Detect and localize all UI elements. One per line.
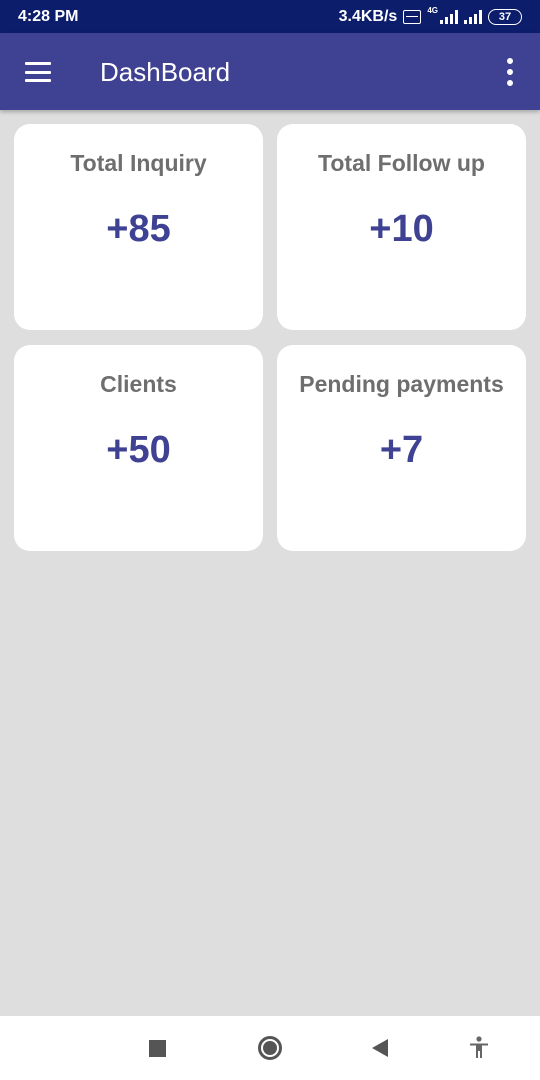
card-total-inquiry[interactable]: Total Inquiry +85 [14,124,263,330]
app-bar: DashBoard [0,33,540,110]
back-triangle-icon[interactable] [372,1039,388,1057]
card-value: +50 [106,429,171,471]
page-title: DashBoard [100,57,231,87]
card-pending-payments[interactable]: Pending payments +7 [277,345,526,551]
card-label: Clients [100,371,177,397]
battery-level: 37 [498,10,512,23]
volte-icon [403,9,422,24]
card-value: +85 [106,208,171,250]
card-value: +10 [369,208,434,250]
accessibility-icon[interactable] [468,1036,490,1060]
card-clients[interactable]: Clients +50 [14,345,263,551]
status-icons: 3.4KB/s 4G 37 [338,6,522,26]
card-label: Pending payments [299,371,504,397]
card-total-follow-up[interactable]: Total Follow up +10 [277,124,526,330]
net-speed: 3.4KB/s [338,7,398,25]
more-vert-icon[interactable] [500,58,520,86]
battery-icon: 37 [488,8,522,25]
signal-icon [464,9,482,24]
home-circle-icon[interactable] [258,1036,282,1060]
system-nav-bar [0,1016,540,1080]
card-value: +7 [379,429,424,471]
signal-icon [440,9,458,24]
hamburger-menu-icon[interactable] [25,62,51,82]
card-label: Total Inquiry [70,150,207,176]
status-time: 4:28 PM [18,7,79,25]
network-type: 4G [427,6,438,15]
status-bar: 4:28 PM 3.4KB/s 4G 37 [0,0,540,33]
recents-square-icon[interactable] [149,1040,166,1057]
card-label: Total Follow up [318,150,485,176]
